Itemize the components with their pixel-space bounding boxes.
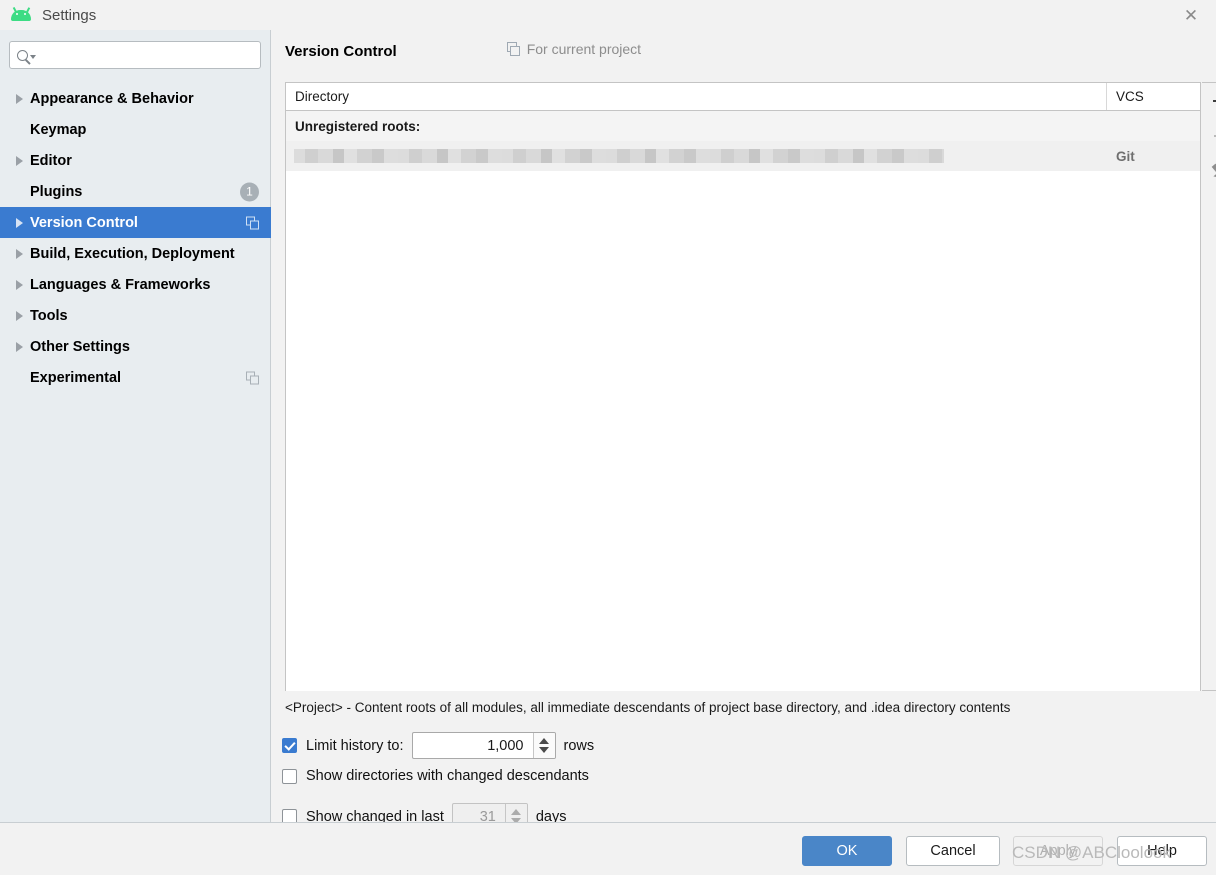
settings-nav-list: Appearance & Behavior Keymap Editor Plug… (0, 83, 271, 393)
column-header-directory[interactable]: Directory (286, 83, 1107, 110)
limit-history-checkbox[interactable] (282, 738, 297, 753)
page-header: Version Control For current project (285, 41, 641, 60)
pencil-icon (1211, 163, 1216, 180)
copy-icon (246, 216, 259, 229)
android-robot-icon (10, 7, 32, 23)
limit-history-label: Limit history to: (306, 737, 404, 754)
settings-dialog: Settings ✕ Appearance & Behavior Keymap … (0, 0, 1216, 875)
limit-history-unit: rows (563, 737, 595, 754)
column-header-vcs[interactable]: VCS (1107, 83, 1200, 110)
chevron-right-icon (16, 155, 23, 166)
show-changed-descendants-label: Show directories with changed descendant… (306, 768, 589, 784)
sidebar-item-label: Languages & Frameworks (30, 276, 211, 293)
chevron-right-icon (16, 93, 23, 104)
scope-label: For current project (526, 41, 642, 57)
chevron-right-icon (16, 310, 23, 321)
sidebar-item-version-control[interactable]: Version Control (0, 207, 271, 238)
sidebar-item-editor[interactable]: Editor (0, 145, 271, 176)
edit-root-button[interactable] (1202, 153, 1216, 188)
dialog-footer: OK Cancel Apply Help (0, 823, 1216, 875)
add-root-button[interactable] (1202, 83, 1216, 118)
sidebar-item-experimental[interactable]: Experimental (0, 362, 271, 393)
table-group-row: Unregistered roots: (286, 111, 1200, 141)
page-title: Version Control (285, 43, 397, 60)
sidebar-item-label: Other Settings (30, 338, 130, 355)
copy-scope-icon (506, 42, 521, 56)
project-roots-hint: <Project> - Content roots of all modules… (285, 700, 1011, 715)
sidebar-item-languages-frameworks[interactable]: Languages & Frameworks (0, 269, 271, 300)
stepper-up-icon[interactable] (539, 738, 549, 744)
sidebar-item-label: Build, Execution, Deployment (30, 245, 235, 262)
limit-history-value[interactable]: 1,000 (413, 733, 533, 758)
sidebar-item-label: Tools (30, 307, 68, 324)
sidebar-item-label: Appearance & Behavior (30, 90, 194, 107)
sidebar-item-other-settings[interactable]: Other Settings (0, 331, 271, 362)
table-toolbar (1202, 82, 1216, 691)
scope-indicator: For current project (506, 41, 642, 57)
sidebar-item-build-execution-deployment[interactable]: Build, Execution, Deployment (0, 238, 271, 269)
stepper-buttons[interactable] (532, 733, 555, 758)
table-header-row: Directory VCS (286, 83, 1200, 111)
title-bar: Settings ✕ (0, 0, 1216, 30)
search-input[interactable] (36, 46, 260, 64)
limit-history-row: Limit history to: 1,000 rows (282, 732, 594, 759)
table-empty-area (286, 171, 1200, 691)
sidebar-item-label: Plugins (30, 183, 83, 200)
sidebar-item-keymap[interactable]: Keymap (0, 114, 271, 145)
search-icon (17, 49, 36, 61)
sidebar-item-label: Experimental (30, 369, 122, 386)
status-badge: 1 (240, 182, 259, 201)
sidebar-item-plugins[interactable]: Plugins 1 (0, 176, 271, 207)
vcs-directory-table: Directory VCS Unregistered roots: Git (285, 82, 1201, 691)
sidebar-item-label: Keymap (30, 121, 87, 138)
chevron-right-icon (16, 217, 23, 228)
plus-icon (1212, 93, 1216, 108)
directory-path-redacted (294, 149, 944, 163)
close-icon[interactable]: ✕ (1174, 3, 1208, 27)
remove-root-button[interactable] (1202, 118, 1216, 153)
chevron-right-icon (16, 341, 23, 352)
window-title: Settings (42, 6, 97, 24)
stepper-up-icon (511, 809, 522, 815)
sidebar: Appearance & Behavior Keymap Editor Plug… (0, 30, 271, 822)
copy-icon (246, 371, 259, 384)
stepper-down-icon[interactable] (539, 747, 549, 753)
apply-button: Apply (1013, 836, 1103, 866)
sidebar-item-label: Editor (30, 152, 72, 169)
search-box[interactable] (9, 41, 261, 69)
row-vcs-value: Git (1116, 148, 1135, 164)
show-changed-descendants-checkbox[interactable] (282, 768, 297, 784)
sidebar-item-appearance-behavior[interactable]: Appearance & Behavior (0, 83, 271, 114)
limit-history-stepper[interactable]: 1,000 (411, 732, 556, 759)
sidebar-item-tools[interactable]: Tools (0, 300, 271, 331)
main-panel: Version Control For current project Dire… (272, 30, 1216, 830)
sidebar-item-label: Version Control (30, 214, 138, 231)
table-row[interactable]: Git (286, 141, 1200, 171)
table-body: Unregistered roots: Git (286, 111, 1200, 691)
show-changed-descendants-row: Show directories with changed descendant… (282, 768, 589, 784)
chevron-right-icon (16, 248, 23, 259)
ok-button[interactable]: OK (802, 836, 892, 866)
chevron-right-icon (16, 279, 23, 290)
help-button[interactable]: Help (1117, 836, 1207, 866)
cancel-button[interactable]: Cancel (906, 836, 1000, 866)
